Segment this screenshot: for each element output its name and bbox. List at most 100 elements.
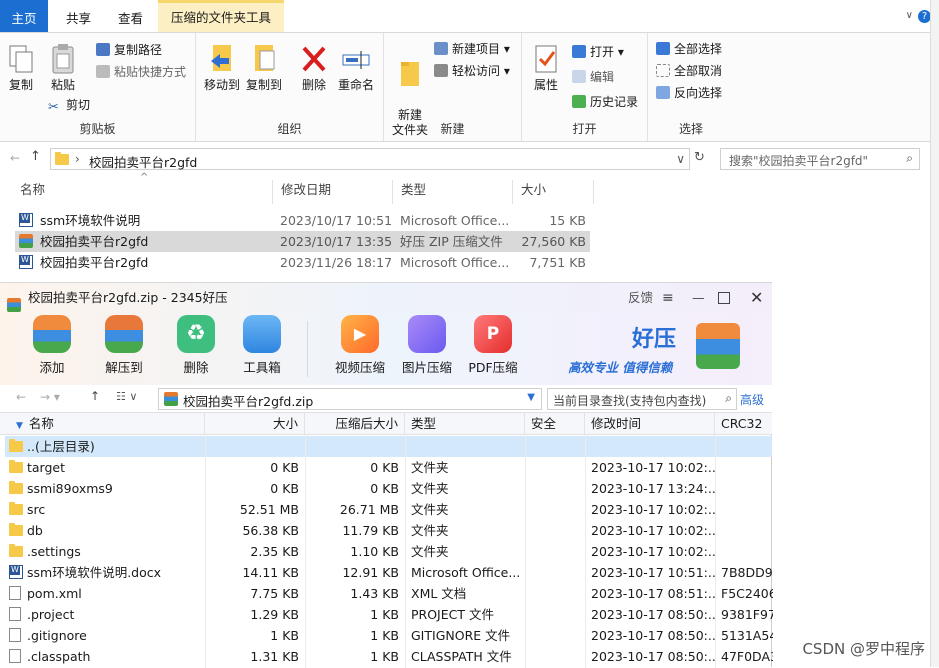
zip-col-time[interactable]: 修改时间: [585, 413, 715, 435]
zip-row-packed: 1 KB: [370, 628, 399, 643]
address-dropdown-icon[interactable]: ∨: [676, 152, 685, 166]
delete-button[interactable]: 删除: [296, 43, 332, 93]
zip-search-input[interactable]: 当前目录查找(支持包内查找) ⌕: [547, 388, 737, 410]
zip-row[interactable]: src 52.51 MB 26.71 MB 文件夹 2023-10-17 10:02:.…: [5, 499, 772, 520]
pdf-compress-button[interactable]: P PDF压缩: [463, 315, 523, 376]
rename-label: 重命名: [337, 78, 374, 92]
file-row[interactable]: 校园拍卖平台r2gfd 2023/10/17 13:35 好压 ZIP 压缩文件…: [15, 231, 590, 252]
zip-path-bar[interactable]: 校园拍卖平台r2gfd.zip ▼: [158, 388, 542, 410]
extract-to-button[interactable]: 解压到: [94, 315, 154, 376]
cut-button[interactable]: ✂ 剪切: [48, 97, 91, 115]
tab-view[interactable]: 查看: [106, 0, 155, 32]
zip-row-time: 2023-10-17 10:02:...: [591, 460, 717, 475]
refresh-icon[interactable]: ↻: [694, 150, 705, 165]
back-arrow-icon[interactable]: ←: [10, 151, 20, 165]
copy-button[interactable]: 复制: [4, 43, 38, 93]
paste-shortcut-button[interactable]: 粘贴快捷方式: [96, 64, 186, 80]
folder-icon: [9, 520, 23, 541]
zip-col-type[interactable]: 类型: [405, 413, 525, 435]
menu-icon[interactable]: ≡: [662, 283, 674, 313]
zip-row[interactable]: .settings 2.35 KB 1.10 KB 文件夹 2023-10-17 10:…: [5, 541, 772, 562]
zip-row-name: ..(上层目录): [27, 439, 95, 454]
history-button[interactable]: 历史记录: [572, 94, 638, 110]
zip-row[interactable]: db 56.38 KB 11.79 KB 文件夹 2023-10-17 10:02:..…: [5, 520, 772, 541]
minimize-icon[interactable]: —: [692, 283, 705, 313]
zip-col-security[interactable]: 安全: [525, 413, 585, 435]
select-all-button[interactable]: 全部选择: [656, 41, 722, 57]
file-name: ssm环境软件说明: [40, 213, 141, 228]
back-arrow-icon[interactable]: ←: [16, 390, 26, 404]
new-item-button[interactable]: 新建项目 ▾: [434, 41, 510, 57]
forward-arrow-icon[interactable]: → ▾: [40, 390, 60, 404]
close-icon[interactable]: ✕: [750, 283, 763, 313]
copy-to-button[interactable]: 复制到: [244, 43, 284, 93]
zip-row-size: 1 KB: [270, 628, 299, 643]
col-name-header[interactable]: 名称: [20, 180, 45, 204]
zip-row[interactable]: target 0 KB 0 KB 文件夹 2023-10-17 10:02:...: [5, 457, 772, 478]
scrollbar[interactable]: [930, 0, 939, 667]
up-arrow-icon[interactable]: ↑: [90, 389, 100, 403]
tab-share[interactable]: 共享: [54, 0, 103, 32]
toolbox-button[interactable]: 工具箱: [232, 315, 292, 376]
tab-home[interactable]: 主页: [0, 0, 48, 32]
open-button[interactable]: 打开 ▾: [572, 44, 624, 60]
recycle-icon: ♻: [177, 315, 215, 353]
select-group: 全部选择 全部取消 反向选择 选择: [648, 33, 734, 141]
zip-row[interactable]: .classpath 1.31 KB 1 KB CLASSPATH 文件 2023-10…: [5, 646, 773, 667]
rename-button[interactable]: 重命名: [336, 43, 376, 93]
zip-titlebar: 校园拍卖平台r2gfd.zip - 2345好压 反馈 ≡ — ✕: [0, 283, 772, 313]
zip-row-size: 56.38 KB: [242, 523, 299, 538]
explorer-search-input[interactable]: 搜索"校园拍卖平台r2gfd" ⌕: [720, 148, 920, 170]
folder-icon: [55, 152, 69, 167]
zip-row-packed: 26.71 MB: [339, 502, 399, 517]
invert-selection-button[interactable]: 反向选择: [656, 85, 722, 101]
paste-button[interactable]: 粘贴: [46, 43, 80, 93]
edit-button[interactable]: 编辑: [572, 69, 614, 85]
zip-col-name-label: 名称: [28, 416, 54, 431]
tab-compressed-folder-tools[interactable]: 压缩的文件夹工具: [158, 0, 284, 32]
move-to-button[interactable]: 移动到: [202, 43, 242, 93]
zip-col-size[interactable]: 大小: [205, 413, 305, 435]
select-none-button[interactable]: 全部取消: [656, 63, 722, 79]
properties-button[interactable]: 属性: [528, 43, 564, 93]
easy-access-button[interactable]: 轻松访问 ▾: [434, 63, 510, 79]
chevron-down-icon[interactable]: ∨: [906, 10, 913, 21]
advanced-search-link[interactable]: 高级: [740, 391, 764, 408]
add-button[interactable]: 添加: [22, 315, 82, 376]
zip-delete-button[interactable]: ♻ 删除: [166, 315, 226, 376]
view-mode-icon[interactable]: ☷ ∨: [116, 390, 137, 403]
zip-row[interactable]: ssm环境软件说明.docx 14.11 KB 12.91 KB Microsoft …: [5, 562, 773, 583]
file-name: 校园拍卖平台r2gfd: [40, 234, 149, 249]
zip-row[interactable]: ssmi89oxms9 0 KB 0 KB 文件夹 2023-10-17 13:24:.…: [5, 478, 772, 499]
column-divider: [525, 435, 526, 668]
move-to-label: 移动到: [203, 78, 240, 92]
word-icon: [19, 252, 33, 273]
file-row[interactable]: 校园拍卖平台r2gfd 2023/11/26 18:17 Microsoft O…: [15, 252, 590, 273]
zip-row-name: .classpath: [27, 649, 91, 664]
zip-row[interactable]: pom.xml 7.75 KB 1.43 KB XML 文档 2023-10-17 08…: [5, 583, 773, 604]
image-compress-button[interactable]: 图片压缩: [397, 315, 457, 376]
watermark: CSDN @罗中程序: [802, 640, 925, 658]
cut-label: 剪切: [66, 98, 91, 112]
zip-col-crc[interactable]: CRC32: [715, 413, 772, 435]
zip-row[interactable]: .gitignore 1 KB 1 KB GITIGNORE 文件 2023-10-17…: [5, 625, 773, 646]
address-bar[interactable]: › 校园拍卖平台r2gfd ∨: [50, 148, 690, 170]
select-none-icon: [656, 64, 670, 77]
zip-row-time: 2023-10-17 08:50:...: [591, 628, 717, 643]
zip-row[interactable]: .project 1.29 KB 1 KB PROJECT 文件 2023-10-17 …: [5, 604, 773, 625]
zip-row-name: ssmi89oxms9: [27, 481, 113, 496]
zip-row-packed: 1 KB: [370, 607, 399, 622]
col-date-header[interactable]: 修改日期: [272, 180, 331, 204]
feedback-link[interactable]: 反馈: [628, 283, 653, 313]
parent-directory-row[interactable]: ..(上层目录): [5, 436, 772, 457]
maximize-icon[interactable]: [718, 292, 730, 304]
zip-col-packed[interactable]: 压缩后大小: [305, 413, 405, 435]
col-size-header[interactable]: 大小: [512, 180, 594, 204]
copy-path-button[interactable]: 复制路径: [96, 42, 162, 58]
zip-col-name[interactable]: ▼ 名称: [0, 413, 205, 435]
col-type-header[interactable]: 类型: [392, 180, 426, 204]
up-arrow-icon[interactable]: ↑: [30, 149, 41, 164]
video-compress-button[interactable]: ▶ 视频压缩: [330, 315, 390, 376]
file-row[interactable]: ssm环境软件说明 2023/10/17 10:51 Microsoft Off…: [15, 210, 590, 231]
path-dropdown-icon[interactable]: ▼: [527, 392, 535, 403]
